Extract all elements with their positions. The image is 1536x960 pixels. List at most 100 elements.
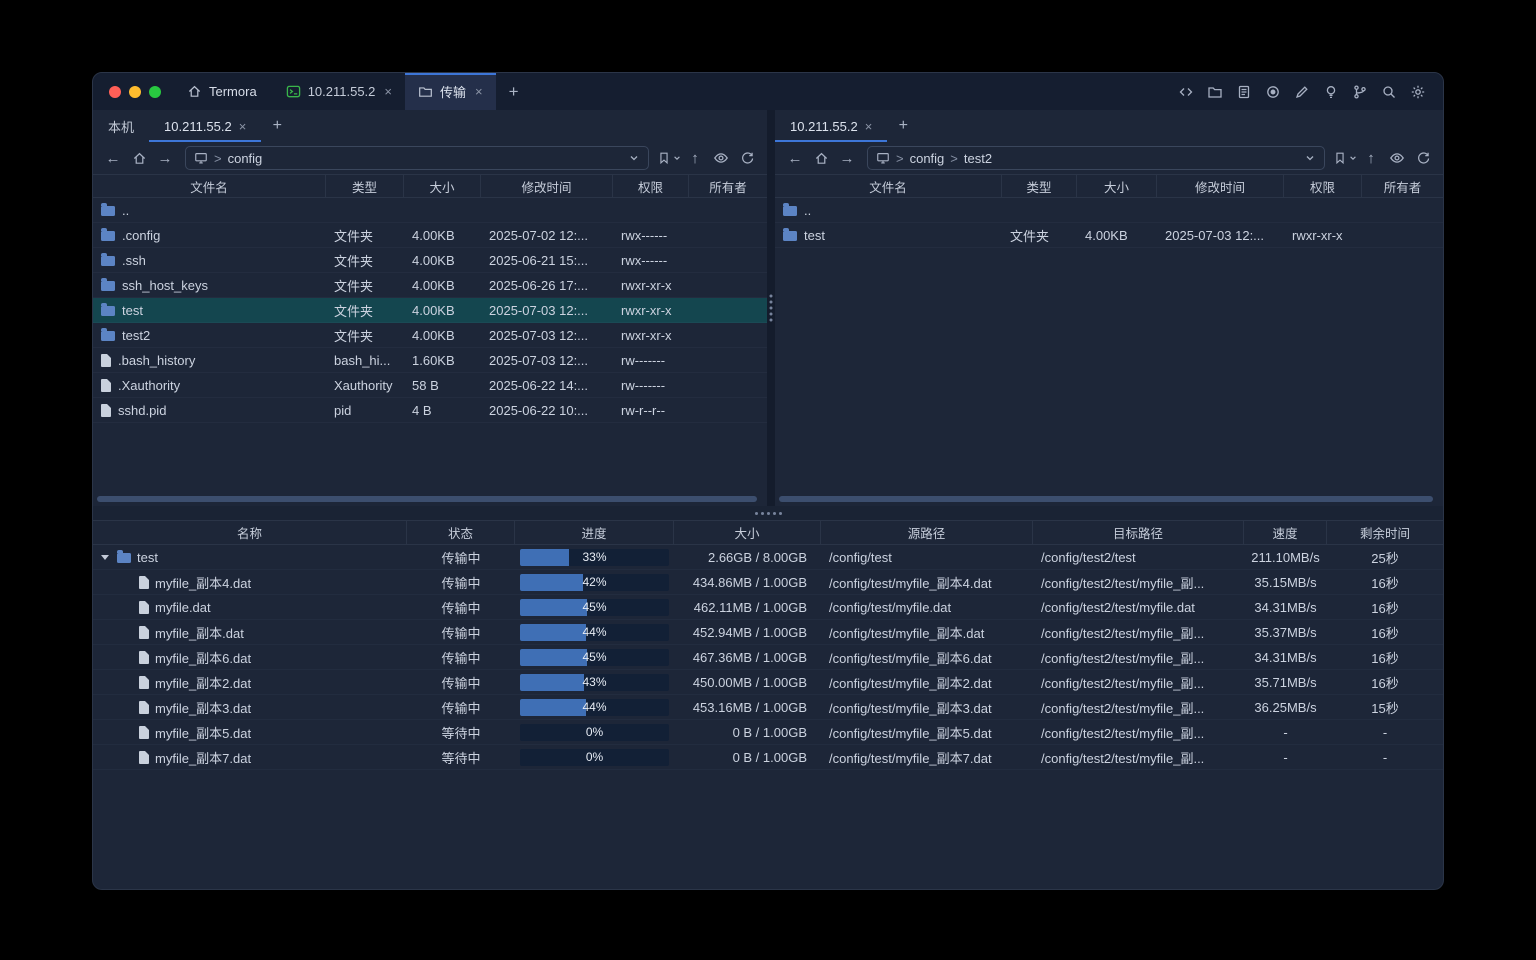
col-target-path[interactable]: 目标路径 xyxy=(1033,521,1244,544)
file-row[interactable]: sshd.pid pid 4 B 2025-06-22 10:... rw-r-… xyxy=(93,398,767,423)
home-icon xyxy=(187,84,202,99)
folder-icon xyxy=(101,331,115,341)
transfer-row[interactable]: myfile_副本3.dat 传输中 44% 453.16MB / 1.00GB… xyxy=(93,695,1443,720)
file-row-selected[interactable]: test 文件夹 4.00KB 2025-07-03 12:... rwxr-x… xyxy=(93,298,767,323)
breadcrumb-segment[interactable]: test2 xyxy=(964,151,992,166)
path-breadcrumb[interactable]: > config > test2 xyxy=(867,146,1325,170)
chevron-down-icon[interactable] xyxy=(1304,152,1316,164)
parent-directory-button[interactable]: ↑ xyxy=(683,146,707,170)
bookmark-button[interactable] xyxy=(1333,146,1357,170)
file-row[interactable]: .Xauthority Xauthority 58 B 2025-06-22 1… xyxy=(93,373,767,398)
col-size[interactable]: 大小 xyxy=(674,521,821,544)
search-icon[interactable] xyxy=(1376,79,1402,105)
horizontal-splitter[interactable] xyxy=(93,506,1443,520)
splitter-grip[interactable] xyxy=(770,295,773,322)
transfer-row[interactable]: myfile_副本7.dat 等待中 0% 0 B / 1.00GB /conf… xyxy=(93,745,1443,770)
transfer-row[interactable]: myfile_副本5.dat 等待中 0% 0 B / 1.00GB /conf… xyxy=(93,720,1443,745)
zoom-window-button[interactable] xyxy=(149,86,161,98)
home-button[interactable] xyxy=(809,146,833,170)
tab-remote-host[interactable]: 10.211.55.2 × xyxy=(775,110,887,142)
forward-button[interactable]: → xyxy=(835,146,859,170)
file-row[interactable]: .. xyxy=(93,198,767,223)
new-tab-button[interactable]: + xyxy=(261,110,293,142)
col-source-path[interactable]: 源路径 xyxy=(821,521,1033,544)
col-owner[interactable]: 所有者 xyxy=(1362,175,1443,197)
bulb-icon[interactable] xyxy=(1318,79,1344,105)
new-tab-button[interactable]: + xyxy=(496,73,532,110)
transfer-row[interactable]: myfile_副本4.dat 传输中 42% 434.86MB / 1.00GB… xyxy=(93,570,1443,595)
bookmark-button[interactable] xyxy=(657,146,681,170)
transfer-row-parent[interactable]: test 传输中 33% 2.66GB / 8.00GB /config/tes… xyxy=(93,545,1443,570)
tab-host-session[interactable]: 10.211.55.2 × xyxy=(273,73,405,110)
col-owner[interactable]: 所有者 xyxy=(689,175,767,197)
file-row[interactable]: test 文件夹 4.00KB 2025-07-03 12:... rwxr-x… xyxy=(775,223,1443,248)
file-row[interactable]: .bash_history bash_hi... 1.60KB 2025-07-… xyxy=(93,348,767,373)
col-perm[interactable]: 权限 xyxy=(1284,175,1362,197)
tab-label: 本机 xyxy=(108,117,134,136)
tab-remote-host[interactable]: 10.211.55.2 × xyxy=(149,110,261,142)
log-icon[interactable] xyxy=(1231,79,1257,105)
col-type[interactable]: 类型 xyxy=(1002,175,1077,197)
parent-directory-button[interactable]: ↑ xyxy=(1359,146,1383,170)
tab-transfer[interactable]: 传输 × xyxy=(405,73,496,110)
forward-button[interactable]: → xyxy=(153,146,177,170)
col-size[interactable]: 大小 xyxy=(1077,175,1157,197)
horizontal-scrollbar[interactable] xyxy=(779,496,1433,502)
refresh-button[interactable] xyxy=(1411,146,1435,170)
transfer-row[interactable]: myfile_副本.dat 传输中 44% 452.94MB / 1.00GB … xyxy=(93,620,1443,645)
minimize-window-button[interactable] xyxy=(129,86,141,98)
splitter-grip[interactable] xyxy=(755,512,782,515)
close-icon[interactable]: × xyxy=(865,119,873,134)
close-icon[interactable]: × xyxy=(239,119,247,134)
file-row[interactable]: .config 文件夹 4.00KB 2025-07-02 12:... rwx… xyxy=(93,223,767,248)
col-filename[interactable]: 文件名 xyxy=(93,175,326,197)
record-icon[interactable] xyxy=(1260,79,1286,105)
home-button[interactable] xyxy=(127,146,151,170)
transfer-row[interactable]: myfile_副本6.dat 传输中 45% 467.36MB / 1.00GB… xyxy=(93,645,1443,670)
folder-icon[interactable] xyxy=(1202,79,1228,105)
col-perm[interactable]: 权限 xyxy=(613,175,689,197)
col-status[interactable]: 状态 xyxy=(407,521,515,544)
show-hidden-files-button[interactable] xyxy=(1385,146,1409,170)
new-tab-button[interactable]: + xyxy=(887,110,919,142)
folder-icon xyxy=(101,281,115,291)
breadcrumb-segment[interactable]: config xyxy=(910,151,945,166)
path-breadcrumb[interactable]: > config xyxy=(185,146,649,170)
transfer-row[interactable]: myfile_副本2.dat 传输中 43% 450.00MB / 1.00GB… xyxy=(93,670,1443,695)
back-button[interactable]: ← xyxy=(101,146,125,170)
file-row[interactable]: .ssh 文件夹 4.00KB 2025-06-21 15:... rwx---… xyxy=(93,248,767,273)
col-filename[interactable]: 文件名 xyxy=(775,175,1002,197)
horizontal-scrollbar[interactable] xyxy=(97,496,757,502)
col-size[interactable]: 大小 xyxy=(404,175,481,197)
tab-local[interactable]: 本机 xyxy=(93,110,149,142)
tab-label: 10.211.55.2 xyxy=(790,119,858,134)
close-icon[interactable]: × xyxy=(475,84,483,99)
back-button[interactable]: ← xyxy=(783,146,807,170)
transfer-row[interactable]: myfile.dat 传输中 45% 462.11MB / 1.00GB /co… xyxy=(93,595,1443,620)
progress-bar: 45% xyxy=(520,599,669,616)
file-row[interactable]: test2 文件夹 4.00KB 2025-07-03 12:... rwxr-… xyxy=(93,323,767,348)
col-remaining[interactable]: 剩余时间 xyxy=(1327,521,1443,544)
branch-icon[interactable] xyxy=(1347,79,1373,105)
col-progress[interactable]: 进度 xyxy=(515,521,674,544)
col-speed[interactable]: 速度 xyxy=(1244,521,1327,544)
expand-chevron-icon[interactable] xyxy=(101,555,109,560)
refresh-button[interactable] xyxy=(735,146,759,170)
right-file-table: 文件名 类型 大小 修改时间 权限 所有者 .. test xyxy=(775,174,1443,506)
col-mtime[interactable]: 修改时间 xyxy=(1157,175,1284,197)
breadcrumb-segment[interactable]: config xyxy=(228,151,263,166)
close-icon[interactable]: × xyxy=(384,84,392,99)
titlebar-actions xyxy=(1173,73,1443,110)
code-icon[interactable] xyxy=(1173,79,1199,105)
close-window-button[interactable] xyxy=(109,86,121,98)
col-name[interactable]: 名称 xyxy=(93,521,407,544)
vertical-splitter[interactable] xyxy=(767,110,775,506)
col-type[interactable]: 类型 xyxy=(326,175,404,197)
settings-icon[interactable] xyxy=(1405,79,1431,105)
show-hidden-files-button[interactable] xyxy=(709,146,733,170)
file-row[interactable]: ssh_host_keys 文件夹 4.00KB 2025-06-26 17:.… xyxy=(93,273,767,298)
file-row[interactable]: .. xyxy=(775,198,1443,223)
col-mtime[interactable]: 修改时间 xyxy=(481,175,613,197)
edit-icon[interactable] xyxy=(1289,79,1315,105)
chevron-down-icon[interactable] xyxy=(628,152,640,164)
